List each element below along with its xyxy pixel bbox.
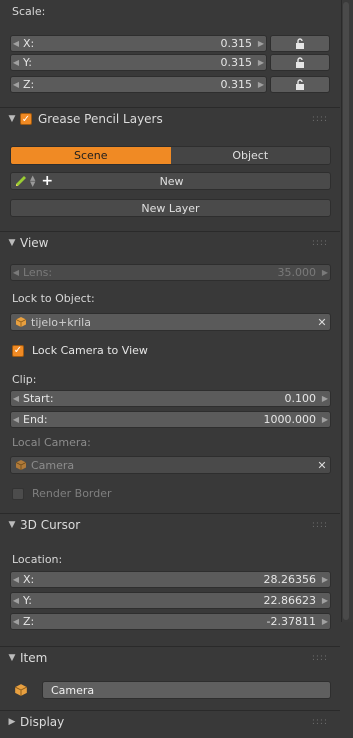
- increment-icon[interactable]: ▶: [320, 268, 330, 277]
- increment-icon[interactable]: ▶: [320, 617, 330, 626]
- increment-icon[interactable]: ▶: [320, 575, 330, 584]
- render-border-checkbox[interactable]: [12, 487, 24, 500]
- item-name-input[interactable]: Camera: [42, 681, 331, 699]
- decrement-icon[interactable]: ◀: [11, 575, 21, 584]
- collapse-triangle-icon: ▼: [8, 238, 16, 248]
- increment-icon[interactable]: ▶: [256, 80, 266, 89]
- decrement-icon[interactable]: ◀: [11, 394, 21, 403]
- drag-handle-icon[interactable]: ::::: [312, 717, 328, 727]
- new-grease-pencil-button[interactable]: New: [53, 175, 290, 188]
- grease-pencil-checkbox[interactable]: ✓: [20, 113, 32, 125]
- object-cube-icon: [15, 460, 27, 470]
- lock-camera-checkbox[interactable]: ✓: [12, 344, 24, 357]
- decrement-icon[interactable]: ◀: [11, 58, 21, 67]
- decrement-icon[interactable]: ◀: [11, 80, 21, 89]
- cursor-z-field[interactable]: ◀ Z: -2.37811 ▶: [10, 613, 331, 630]
- object-cube-icon: [14, 684, 28, 696]
- decrement-icon[interactable]: ◀: [11, 617, 21, 626]
- increment-icon[interactable]: ▶: [256, 39, 266, 48]
- unlock-icon: [296, 56, 304, 68]
- clip-end-field[interactable]: ◀ End: 1000.000 ▶: [10, 411, 331, 428]
- clip-start-field[interactable]: ◀ Start: 0.100 ▶: [10, 390, 331, 407]
- scale-x-field[interactable]: ◀ X: 0.315 ▶: [10, 35, 267, 52]
- grease-pencil-panel-header[interactable]: ▼ ✓ Grease Pencil Layers ::::: [0, 107, 340, 130]
- scale-label: Scale:: [12, 5, 46, 18]
- item-panel-header[interactable]: ▼ Item ::::: [0, 646, 340, 669]
- lock-object-field[interactable]: tijelo+krila ✕: [10, 313, 331, 331]
- lock-camera-row[interactable]: ✓ Lock Camera to View: [12, 344, 148, 357]
- decrement-icon[interactable]: ◀: [11, 415, 21, 424]
- cursor-panel-header[interactable]: ▼ 3D Cursor ::::: [0, 513, 340, 536]
- tab-scene[interactable]: Scene: [11, 147, 171, 164]
- object-cube-icon: [15, 317, 27, 327]
- drag-handle-icon[interactable]: ::::: [312, 114, 328, 124]
- display-panel-header[interactable]: ▶ Display ::::: [0, 710, 340, 733]
- tab-object[interactable]: Object: [170, 147, 330, 164]
- pencil-icon[interactable]: [14, 174, 28, 188]
- increment-icon[interactable]: ▶: [256, 58, 266, 67]
- unlock-icon: [296, 78, 304, 90]
- clear-icon[interactable]: ✕: [314, 316, 330, 329]
- increment-icon[interactable]: ▶: [320, 394, 330, 403]
- scale-z-field[interactable]: ◀ Z: 0.315 ▶: [10, 76, 267, 93]
- lock-to-object-label: Lock to Object:: [12, 292, 95, 305]
- grease-pencil-source-tabs: Scene Object: [10, 146, 331, 165]
- collapse-triangle-icon: ▼: [8, 114, 16, 124]
- drag-handle-icon[interactable]: ::::: [312, 238, 328, 248]
- expand-triangle-icon: ▶: [8, 717, 16, 727]
- increment-icon[interactable]: ▶: [320, 596, 330, 605]
- unlock-icon: [296, 37, 304, 49]
- clear-icon[interactable]: ✕: [314, 459, 330, 472]
- collapse-triangle-icon: ▼: [8, 653, 16, 663]
- local-camera-label: Local Camera:: [12, 436, 91, 449]
- cursor-x-field[interactable]: ◀ X: 28.26356 ▶: [10, 571, 331, 588]
- collapse-triangle-icon: ▼: [8, 520, 16, 530]
- increment-icon[interactable]: ▶: [320, 415, 330, 424]
- spinner-arrows-icon[interactable]: ▲ ▼: [30, 175, 35, 188]
- decrement-icon[interactable]: ◀: [11, 596, 21, 605]
- scale-y-lock-button[interactable]: [270, 54, 330, 71]
- scale-x-lock-button[interactable]: [270, 35, 330, 52]
- drag-handle-icon[interactable]: ::::: [312, 520, 328, 530]
- scale-z-lock-button[interactable]: [270, 76, 330, 93]
- render-border-row[interactable]: Render Border: [12, 487, 112, 500]
- new-layer-button[interactable]: New Layer: [10, 199, 331, 217]
- add-icon[interactable]: +: [41, 173, 53, 189]
- view-panel-header[interactable]: ▼ View ::::: [0, 231, 340, 254]
- panel-scrollbar-thumb[interactable]: [343, 2, 349, 620]
- clip-label: Clip:: [12, 373, 37, 386]
- cursor-y-field[interactable]: ◀ Y: 22.86623 ▶: [10, 592, 331, 609]
- grease-pencil-new-row: ▲ ▼ + New: [10, 172, 331, 190]
- decrement-icon[interactable]: ◀: [11, 39, 21, 48]
- local-camera-field[interactable]: Camera ✕: [10, 456, 331, 474]
- drag-handle-icon[interactable]: ::::: [312, 653, 328, 663]
- lens-field[interactable]: ◀ Lens: 35.000 ▶: [10, 264, 331, 281]
- decrement-icon[interactable]: ◀: [11, 268, 21, 277]
- scale-y-field[interactable]: ◀ Y: 0.315 ▶: [10, 54, 267, 71]
- location-label: Location:: [12, 553, 63, 566]
